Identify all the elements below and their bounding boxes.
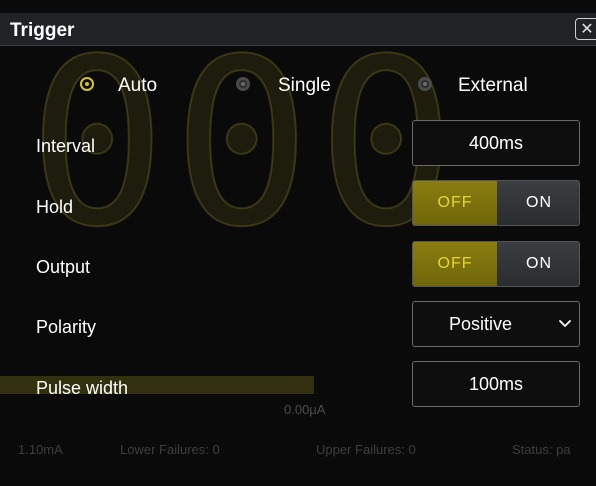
polarity-label: Polarity	[36, 317, 97, 337]
radio-unselected-icon	[236, 77, 250, 91]
interval-field[interactable]: 400ms	[412, 120, 580, 166]
polarity-value: Positive	[449, 314, 513, 334]
trigger-screen: 000.02 0.00μA 1.10mA Lower Failures: 0 U…	[0, 0, 596, 486]
status-upper-failures: Upper Failures: 0	[316, 442, 416, 457]
output-on-label: ON	[526, 255, 552, 272]
interval-value: 400ms	[468, 133, 524, 153]
pulse-width-label: Pulse width	[36, 378, 129, 398]
output-label: Output	[36, 257, 91, 277]
status-current: 1.10mA	[18, 442, 63, 457]
radio-unselected-icon	[418, 77, 432, 91]
hold-toggle[interactable]: OFF ON	[412, 180, 580, 226]
mode-radio-label: Single	[278, 75, 331, 96]
output-off-label: OFF	[437, 255, 473, 272]
polarity-select[interactable]: Positive	[412, 301, 580, 347]
dialog-title: Trigger	[10, 20, 75, 41]
hold-on-label: ON	[526, 194, 552, 211]
output-toggle[interactable]: OFF ON	[412, 241, 580, 287]
hold-off-segment[interactable]: OFF	[413, 181, 497, 225]
output-off-segment[interactable]: OFF	[413, 242, 497, 286]
pulse-width-value: 100ms	[468, 374, 524, 394]
status-lower-failures: Lower Failures: 0	[120, 442, 220, 457]
close-icon: ✕	[580, 21, 594, 38]
mode-radio-label: External	[458, 75, 528, 96]
output-on-segment[interactable]: ON	[497, 242, 579, 286]
close-button[interactable]: ✕	[575, 18, 596, 40]
background-status-strip: 1.10mA Lower Failures: 0 Upper Failures:…	[0, 432, 596, 462]
mode-radio-label: Auto	[118, 75, 158, 96]
chevron-down-icon	[559, 320, 571, 327]
background-zero-reading: 0.00μA	[284, 402, 326, 417]
hold-label: Hold	[36, 197, 74, 217]
interval-label: Interval	[36, 136, 96, 156]
dialog-titlebar: Trigger ✕	[0, 13, 596, 46]
radio-selected-icon	[80, 77, 94, 91]
hold-on-segment[interactable]: ON	[497, 181, 579, 225]
pulse-width-field[interactable]: 100ms	[412, 361, 580, 407]
status-text: Status: pa	[512, 442, 571, 457]
hold-off-label: OFF	[437, 194, 473, 211]
